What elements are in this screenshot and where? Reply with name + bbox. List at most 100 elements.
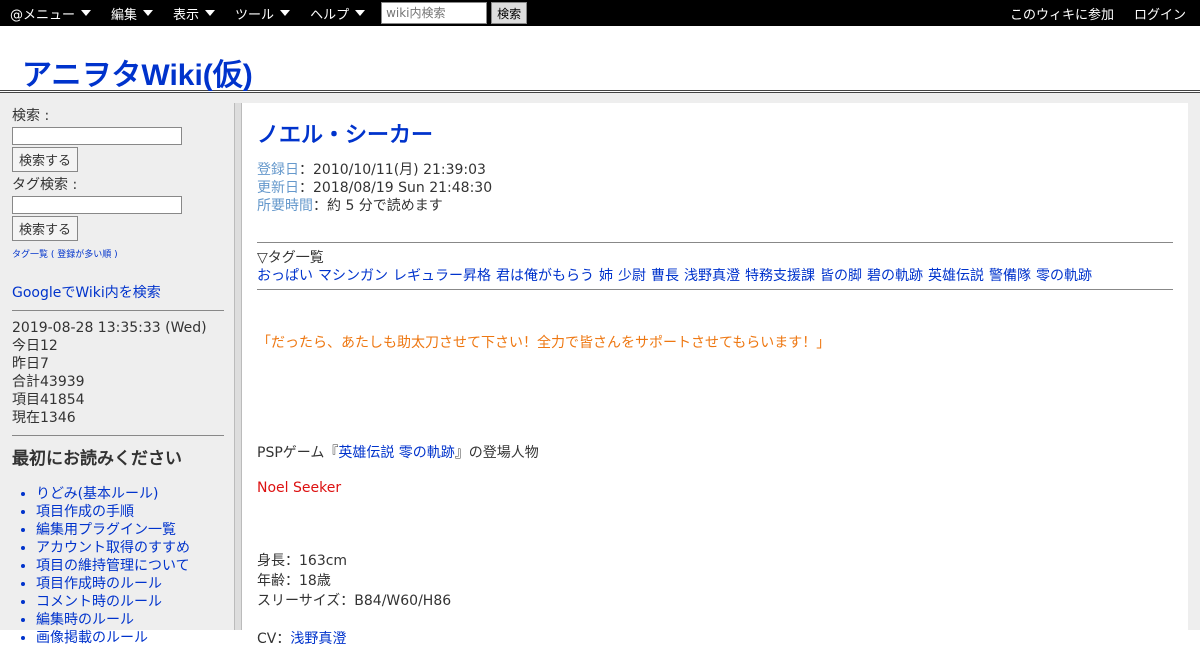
- counter-yesterday: 昨日7: [12, 356, 49, 372]
- list-item[interactable]: コメント時のルール: [36, 593, 234, 611]
- list-item[interactable]: 項目作成の手順: [36, 503, 234, 521]
- tag-link[interactable]: 浅野真澄: [684, 268, 740, 284]
- menu-tools-label: ツール: [235, 7, 275, 23]
- tag-link[interactable]: 姉: [599, 268, 613, 284]
- reading-label: 所要時間: [257, 198, 313, 214]
- wiki-search-input[interactable]: [381, 2, 488, 24]
- menu-view-label: 表示: [173, 7, 200, 23]
- game-link[interactable]: 英雄伝説 零の軌跡: [338, 445, 454, 461]
- rules-list: りどみ(基本ルール) 項目作成の手順 編集用プラグイン一覧 アカウント取得のすす…: [12, 485, 234, 647]
- article-meta: 登録日：2010/10/11(月) 21:39:03 更新日：2018/08/1…: [257, 161, 1173, 215]
- tag-link[interactable]: マシンガン: [318, 268, 388, 284]
- tags-row: おっぱい マシンガン レギュラー昇格 君は俺がもらう姉少尉 曹長 浅野真澄 特務支援課 皆の脚…: [257, 267, 1173, 285]
- list-item[interactable]: 項目作成時のルール: [36, 575, 234, 593]
- tag-links: タグ一覧 ( 登録が多い順 ): [12, 250, 118, 260]
- tag-link[interactable]: おっぱい: [257, 268, 313, 284]
- tag-search-label: タグ検索 :: [12, 177, 78, 193]
- search-label: 検索 :: [12, 108, 50, 124]
- tag-link[interactable]: 特務支援課: [745, 268, 815, 284]
- site-title[interactable]: アニヲタWiki(仮): [22, 50, 253, 94]
- menu-main[interactable]: @メニュー: [0, 4, 101, 23]
- tag-link[interactable]: 警備隊: [989, 268, 1031, 284]
- tag-search-input[interactable]: [12, 196, 182, 214]
- list-item[interactable]: 編集用プラグイン一覧: [36, 521, 234, 539]
- page-layout: 検索 : 検索する タグ検索 : 検索する タグ一覧 ( 登録が多い順 ) Go…: [0, 103, 1200, 647]
- english-name: Noel Seeker: [257, 480, 342, 496]
- google-search-link[interactable]: GoogleでWiki内を検索: [12, 282, 234, 302]
- divider: [12, 310, 224, 311]
- tag-link[interactable]: 君は俺がもらう: [496, 268, 594, 284]
- updated-value: ：2018/08/19 Sun 21:48:30: [299, 180, 493, 196]
- tag-link[interactable]: 碧の軌跡: [867, 268, 923, 284]
- caret-down-icon: [280, 10, 291, 16]
- profile-age: 年齢：18歳: [257, 573, 331, 589]
- counter-datetime: 2019-08-28 13:35:33 (Wed): [12, 320, 207, 336]
- counter-total: 合計43939: [12, 374, 85, 390]
- list-item[interactable]: 編集時のルール: [36, 611, 234, 629]
- page-title[interactable]: ノエル・シーカー: [257, 117, 1173, 149]
- counter-current: 現在1346: [12, 410, 76, 426]
- tag-link[interactable]: 皆の脚: [820, 268, 862, 284]
- tag-list-link[interactable]: タグ一覧: [12, 250, 48, 260]
- caret-down-icon: [143, 10, 154, 16]
- list-item[interactable]: 項目の維持管理について: [36, 557, 234, 575]
- registered-label: 登録日: [257, 162, 299, 178]
- menu-main-label: @メニュー: [10, 7, 76, 23]
- counter: 2019-08-28 13:35:33 (Wed) 今日12 昨日7 合計439…: [12, 319, 234, 427]
- caret-down-icon: [205, 10, 216, 16]
- cv-label: CV：: [257, 631, 291, 647]
- menu-tools[interactable]: ツール: [225, 4, 300, 23]
- site-header: アニヲタWiki(仮): [0, 26, 1200, 93]
- profile-cv: CV：浅野真澄: [257, 628, 1173, 648]
- menu-view[interactable]: 表示: [163, 4, 225, 23]
- counter-items: 項目41854: [12, 392, 85, 408]
- login-link[interactable]: ログイン: [1134, 4, 1186, 23]
- tag-list: ▽タグ一覧 おっぱい マシンガン レギュラー昇格 君は俺がもらう姉少尉 曹長 浅野真澄 特務…: [257, 243, 1173, 289]
- tag-link[interactable]: 少尉: [618, 268, 646, 284]
- divider: [12, 435, 224, 436]
- sidebar-search-button[interactable]: 検索する: [12, 147, 79, 172]
- cv-link[interactable]: 浅野真澄: [290, 631, 346, 647]
- tag-link[interactable]: 英雄伝説: [928, 268, 984, 284]
- join-wiki-link[interactable]: このウィキに参加: [1010, 4, 1114, 23]
- menu-help-label: ヘルプ: [310, 7, 350, 23]
- counter-today: 今日12: [12, 338, 58, 354]
- list-item[interactable]: アカウント取得のすすめ: [36, 539, 234, 557]
- sidebar-heading: 最初にお読みください: [12, 449, 182, 469]
- top-bar: @メニュー 編集 表示 ツール ヘルプ 検索 このウィキに参加 ログイン: [0, 0, 1200, 26]
- updated-date: 更新日：2018/08/19 Sun 21:48:30: [257, 179, 1173, 197]
- top-menu: @メニュー 編集 表示 ツール ヘルプ 検索: [0, 0, 528, 26]
- sidebar: 検索 : 検索する タグ検索 : 検索する タグ一覧 ( 登録が多い順 ) Go…: [0, 103, 234, 646]
- updated-label: 更新日: [257, 180, 299, 196]
- reading-value: ：約 5 分で読めます: [313, 198, 443, 214]
- tag-search-button[interactable]: 検索する: [12, 216, 79, 241]
- intro-line: PSPゲーム『英雄伝説 零の軌跡』の登場人物: [257, 442, 1173, 462]
- list-item[interactable]: 画像掲載のルール: [36, 629, 234, 647]
- caret-down-icon: [81, 10, 92, 16]
- profile-height: 身長：163cm: [257, 553, 348, 569]
- menu-edit-label: 編集: [111, 7, 138, 23]
- tag-link[interactable]: 零の軌跡: [1036, 268, 1092, 284]
- registered-date: 登録日：2010/10/11(月) 21:39:03: [257, 161, 1173, 179]
- divider: [257, 289, 1173, 290]
- character-quote: 「だったら、あたしも助太刀させて下さい！全力で皆さんをサポートさせてもらいます！…: [257, 335, 831, 351]
- reading-time: 所要時間：約 5 分で読めます: [257, 197, 1173, 215]
- article: ノエル・シーカー 登録日：2010/10/11(月) 21:39:03 更新日：…: [242, 103, 1188, 647]
- intro-prefix: PSPゲーム『: [257, 445, 339, 461]
- wiki-search-button[interactable]: 検索: [491, 2, 528, 24]
- tag-link[interactable]: レギュラー昇格: [393, 268, 491, 284]
- intro-suffix: 』の登場人物: [454, 445, 539, 461]
- header-gap: [0, 93, 1200, 103]
- caret-down-icon: [355, 10, 366, 16]
- registered-value: ：2010/10/11(月) 21:39:03: [299, 162, 486, 178]
- sidebar-splitter[interactable]: [234, 103, 242, 630]
- tag-link[interactable]: 曹長: [651, 268, 679, 284]
- tag-popular-link[interactable]: 登録が多い順: [57, 250, 111, 260]
- sidebar-search-input[interactable]: [12, 127, 182, 145]
- account-menu: このウィキに参加 ログイン: [1010, 0, 1200, 26]
- menu-help[interactable]: ヘルプ: [300, 4, 375, 23]
- menu-edit[interactable]: 編集: [101, 4, 163, 23]
- list-item[interactable]: りどみ(基本ルール): [36, 485, 234, 503]
- profile-size: スリーサイズ：B84/W60/H86: [257, 593, 452, 609]
- tags-heading[interactable]: ▽タグ一覧: [257, 249, 1173, 267]
